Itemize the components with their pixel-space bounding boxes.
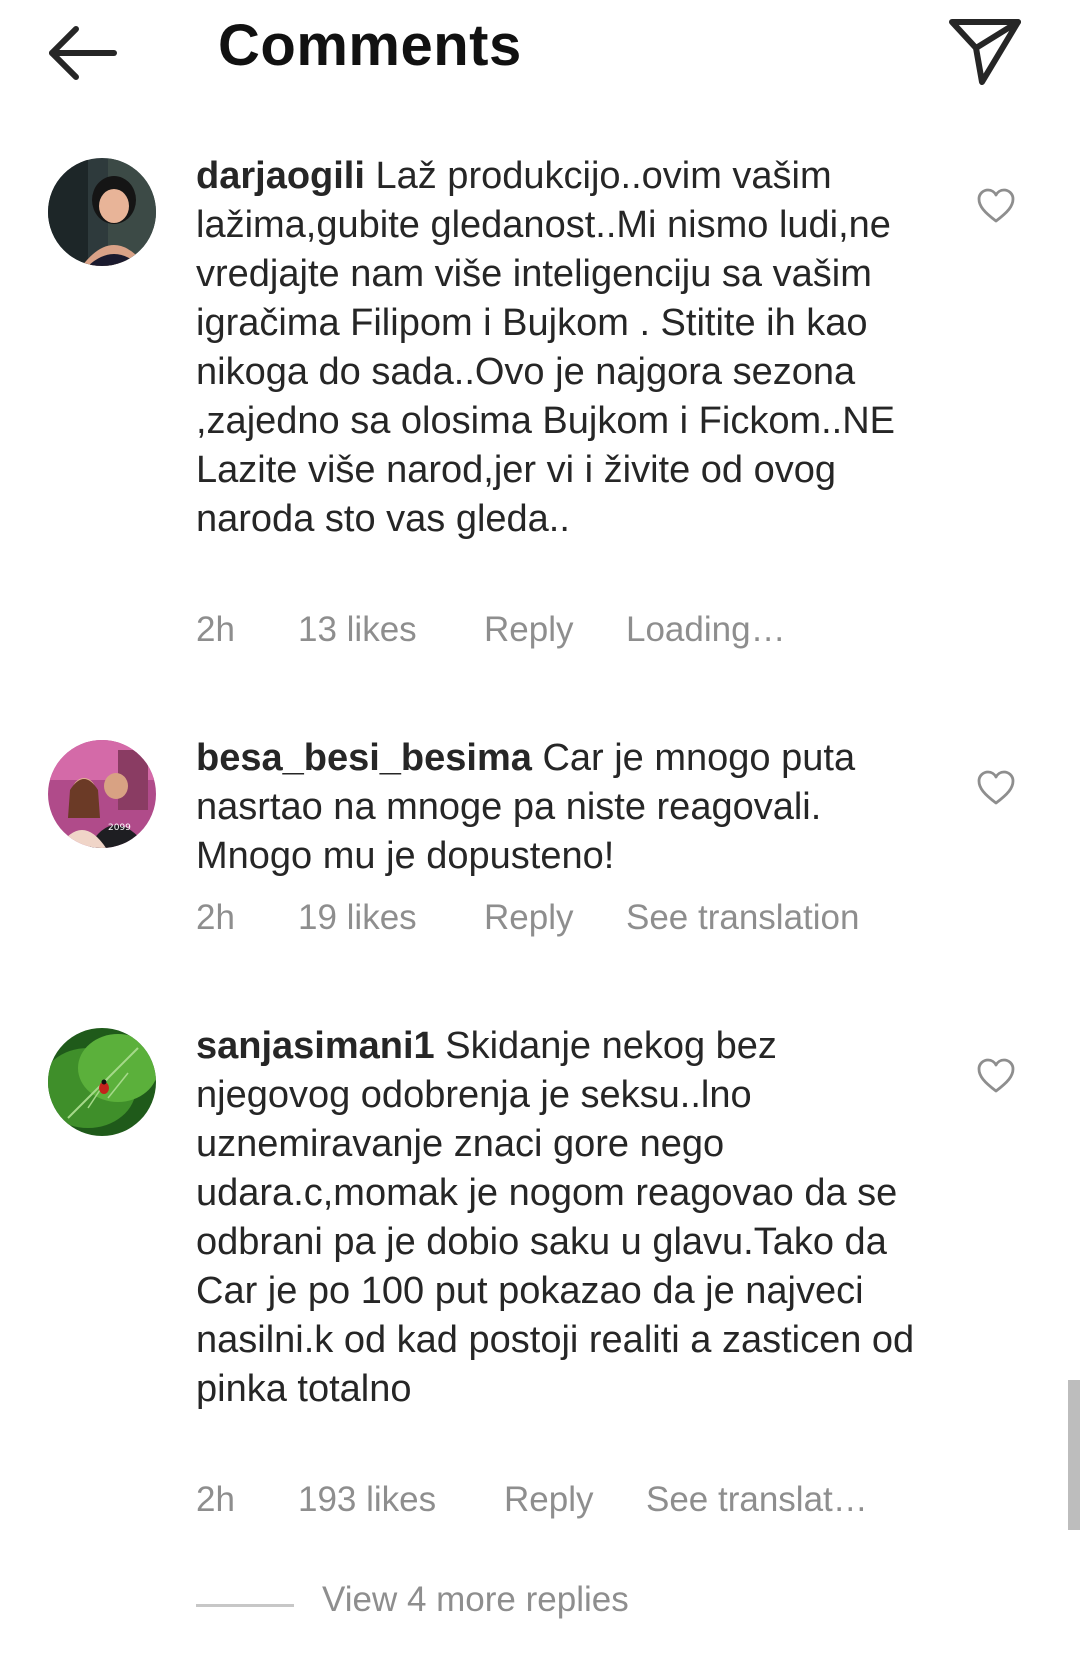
reply-button[interactable]: Reply [504,1480,593,1520]
translation-status[interactable]: Loading… [626,610,786,650]
like-button[interactable] [976,186,1016,226]
avatar[interactable] [48,158,156,266]
avatar[interactable]: 2099 [48,740,156,848]
comment-body: darjaogili Laž produkcijo..ovim vašim la… [196,152,936,544]
heart-icon [977,188,1015,223]
like-button[interactable] [976,768,1016,808]
comment-username[interactable]: besa_besi_besima [196,737,532,779]
likes-count[interactable]: 13 likes [298,610,417,650]
paper-plane-icon [949,19,1021,85]
arrow-left-icon [49,26,117,80]
heart-icon [977,1058,1015,1093]
likes-count[interactable]: 193 likes [298,1480,436,1520]
scrollbar-thumb[interactable] [1068,1380,1080,1530]
back-button[interactable] [44,18,124,88]
comment-username[interactable]: darjaogili [196,155,365,197]
replies-divider [196,1604,294,1607]
comment-body: sanjasimani1 Skidanje nekog bez njegovog… [196,1022,936,1414]
avatar[interactable] [48,1028,156,1136]
comment-username[interactable]: sanjasimani1 [196,1025,435,1067]
reply-button[interactable]: Reply [484,610,573,650]
see-translation-button[interactable]: See translation [626,898,859,938]
like-button[interactable] [976,1056,1016,1096]
comment-body: besa_besi_besima Car je mnogo puta nasrt… [196,734,936,881]
share-button[interactable] [946,14,1024,88]
comment-time: 2h [196,898,235,937]
comment-text: Skidanje nekog bez njegovog odobrenja je… [196,1025,915,1410]
svg-text:2099: 2099 [108,823,131,833]
comment-time: 2h [196,1480,235,1519]
header-bar: Comments [0,0,1080,110]
view-more-replies[interactable]: View 4 more replies [196,1580,896,1630]
reply-button[interactable]: Reply [484,898,573,938]
page-title: Comments [218,13,522,78]
heart-icon [977,770,1015,805]
view-more-replies-label[interactable]: View 4 more replies [322,1580,629,1620]
see-translation-button[interactable]: See translat… [646,1480,868,1520]
comment-text: Laž produkcijo..ovim vašim lažima,gubite… [196,155,896,540]
comment-time: 2h [196,610,235,649]
likes-count[interactable]: 19 likes [298,898,417,938]
